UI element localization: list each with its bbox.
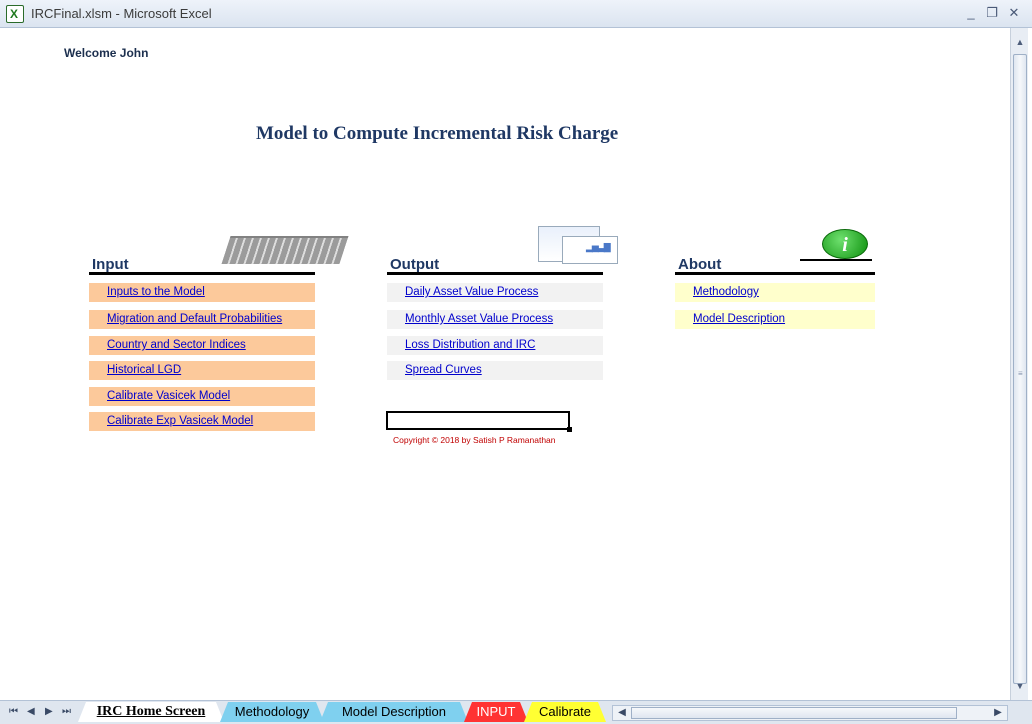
link-methodology[interactable]: Methodology: [675, 283, 875, 302]
restore-button[interactable]: ❐: [984, 5, 1000, 21]
last-sheet-icon[interactable]: ⏭: [62, 706, 71, 717]
chart-glyph: ▂▅▃▇: [586, 242, 611, 252]
info-underline: [800, 259, 872, 261]
page-title: Model to Compute Incremental Risk Charge: [256, 123, 619, 144]
link-model-description[interactable]: Model Description: [675, 310, 875, 329]
prev-sheet-icon[interactable]: ◀: [27, 706, 35, 717]
output-divider: [387, 272, 603, 275]
window-title: IRCFinal.xlsm - Microsoft Excel: [31, 6, 212, 21]
minimize-button[interactable]: _: [963, 5, 979, 20]
horizontal-scrollbar[interactable]: ◀ ▶: [612, 705, 1008, 721]
link-calibrate-vasicek[interactable]: Calibrate Vasicek Model: [89, 387, 315, 406]
tab-irc-home-screen[interactable]: IRC Home Screen: [78, 702, 224, 722]
scroll-thumb[interactable]: ≡: [1013, 54, 1027, 684]
scroll-left-icon[interactable]: ◀: [615, 706, 629, 720]
about-divider: [675, 272, 875, 275]
scroll-down-icon[interactable]: ▼: [1012, 678, 1028, 694]
link-historical-lgd[interactable]: Historical LGD: [89, 361, 315, 380]
keyboard-icon: [221, 236, 349, 264]
close-button[interactable]: ✕: [1006, 5, 1022, 21]
link-inputs-to-model[interactable]: Inputs to the Model: [89, 283, 315, 302]
selected-cell[interactable]: [386, 411, 572, 432]
link-spread-curves[interactable]: Spread Curves: [387, 361, 603, 380]
info-icon: i: [822, 229, 868, 259]
copyright-text: Copyright © 2018 by Satish P Ramanathan: [393, 435, 556, 445]
link-daily-asset-value[interactable]: Daily Asset Value Process: [387, 283, 603, 302]
link-loss-distribution-irc[interactable]: Loss Distribution and IRC: [387, 336, 603, 355]
welcome-text: Welcome John: [64, 46, 149, 60]
horizontal-scroll-thumb[interactable]: [631, 707, 957, 719]
first-sheet-icon[interactable]: ⏮: [9, 706, 18, 717]
vertical-scrollbar[interactable]: ▲ ≡ ▼: [1010, 28, 1028, 700]
output-heading: Output: [390, 256, 440, 273]
excel-icon[interactable]: [6, 5, 24, 23]
input-heading: Input: [92, 256, 129, 273]
title-bar: IRCFinal.xlsm - Microsoft Excel _ ❐ ✕: [0, 0, 1032, 28]
tab-calibrate[interactable]: Calibrate: [524, 702, 606, 722]
sheet-tab-bar: ⏮ ◀ ▶ ⏭ IRC Home Screen Methodology Mode…: [0, 700, 1032, 724]
tab-input[interactable]: INPUT: [464, 702, 528, 722]
scroll-up-icon[interactable]: ▲: [1012, 34, 1028, 50]
link-migration-default-probabilities[interactable]: Migration and Default Probabilities: [89, 310, 315, 329]
link-country-sector-indices[interactable]: Country and Sector Indices: [89, 336, 315, 355]
tab-methodology[interactable]: Methodology: [220, 702, 324, 722]
about-heading: About: [678, 256, 722, 273]
tab-model-description[interactable]: Model Description: [320, 702, 468, 722]
link-calibrate-exp-vasicek[interactable]: Calibrate Exp Vasicek Model: [89, 412, 315, 431]
scroll-right-icon[interactable]: ▶: [991, 706, 1005, 720]
link-monthly-asset-value[interactable]: Monthly Asset Value Process: [387, 310, 603, 329]
input-divider: [89, 272, 315, 275]
next-sheet-icon[interactable]: ▶: [45, 706, 53, 717]
